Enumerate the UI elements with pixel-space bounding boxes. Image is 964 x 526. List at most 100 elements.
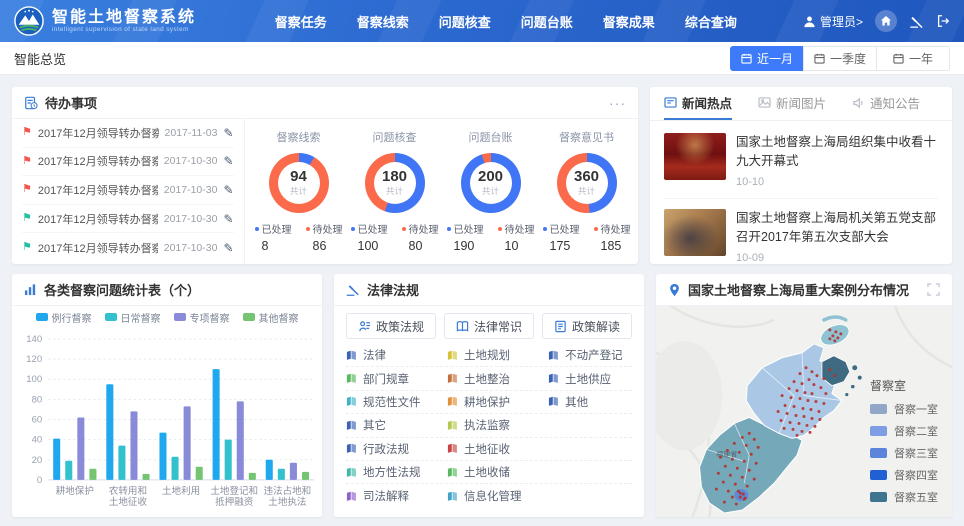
law-link-label: 司法解释 [363,488,409,504]
gauge-legend-value: 10 [498,239,535,253]
todo-item[interactable]: ⚑2017年12月领导转办督察线索2017-10-30✎ [22,176,234,205]
law-button-1[interactable]: 政策法规 [346,313,436,339]
gauge-center: 200共计 [461,153,521,213]
nav-item-6[interactable]: 综合查询 [685,12,737,31]
todo-item[interactable]: ⚑2017年12月领导转办督察线索2017-10-30✎ [22,148,234,177]
document-icon [554,320,567,333]
edit-icon[interactable]: ✎ [223,212,233,226]
news-tab-3[interactable]: 通知公告 [852,87,920,120]
svg-text:140: 140 [26,334,42,345]
edit-icon[interactable]: ✎ [223,126,233,140]
book-icon [346,467,357,478]
issue-chart-card: 各类督察问题统计表（个） 例行督察日常督察专项督察其他督察 0204060801… [12,274,322,517]
edit-icon[interactable]: ✎ [223,241,233,255]
user-menu[interactable]: 管理员> [803,13,863,30]
book-icon [346,491,357,502]
law-button-label: 政策解读 [572,318,620,335]
book-icon [548,396,559,407]
book-icon [447,350,458,361]
map-legend-item-2: 督察二室 [870,423,938,439]
fullscreen-icon[interactable] [927,283,940,296]
law-link-label: 土地收储 [464,464,510,480]
law-button-3[interactable]: 政策解读 [542,313,632,339]
period-button-2[interactable]: 一季度 [803,46,877,71]
nav-item-5[interactable]: 督察成果 [603,12,655,31]
law-link-行政法规[interactable]: 行政法规 [346,441,447,457]
gauge-total-label: 共计 [482,185,499,197]
gauge-legend-pending: 待处理10 [498,221,535,253]
law-link-法律[interactable]: 法律 [346,347,447,363]
gauge-donut: 360共计 [557,153,617,213]
book-icon [346,396,357,407]
nav-item-4[interactable]: 问题台账 [521,12,573,31]
logout-icon[interactable] [936,14,950,28]
period-switcher: 近一月一季度 一年 [731,46,950,71]
gauge-legend-label: 待处理 [594,221,631,236]
law-button-2[interactable]: 法律常识 [444,313,534,339]
law-link-其它[interactable]: 其它 [346,417,447,433]
gauge-title: 问题核查 [347,129,443,145]
law-link-土地征收[interactable]: 土地征收 [447,441,548,457]
news-thumbnail [664,133,726,180]
svg-text:0: 0 [37,475,42,486]
law-link-部门规章[interactable]: 部门规章 [346,371,447,387]
app-title: 智能土地督察系统 [52,9,201,27]
period-button-1[interactable]: 近一月 [730,46,804,71]
legend-dot-icon [447,227,451,231]
news-item-date: 10-10 [736,176,938,188]
nav-item-3[interactable]: 问题核查 [439,12,491,31]
todo-item[interactable]: ⚑2017年12月领导转办督察线索2017-11-03✎ [22,119,234,148]
nav-item-2[interactable]: 督察线索 [357,12,409,31]
news-item[interactable]: 国家土地督察上海局组织集中收看十九大开幕式 10-10 [664,123,938,198]
law-link-土地规划[interactable]: 土地规划 [447,347,548,363]
home-icon[interactable] [875,10,897,32]
law-link-规范性文件[interactable]: 规范性文件 [346,394,447,410]
period-button-3[interactable]: 一年 [876,46,950,71]
law-buttons: 政策法规法律常识 政策解读 [346,313,632,339]
law-links-row: 法律 土地规划不动产登记 [346,344,632,367]
law-link-信息化管理[interactable]: 信息化管理 [447,488,548,504]
news-tab-label: 新闻图片 [776,93,826,112]
news-tab-1[interactable]: 新闻热点 [664,87,732,120]
user-label: 管理员> [820,13,863,30]
law-link-不动产登记[interactable]: 不动产登记 [548,347,632,363]
news-item-title[interactable]: 国家土地督察上海局机关第五党支部召开2017年第五次支部大会 [736,209,938,248]
gauge-legend: 已处理100待处理80 [347,221,443,253]
law-link-label: 执法监察 [464,417,510,433]
law-links-row: 地方性法规 土地收储 [346,461,632,484]
gauge-legend-pending: 待处理80 [402,221,439,253]
law-link-耕地保护[interactable]: 耕地保护 [447,394,548,410]
book-icon [447,396,458,407]
edit-icon[interactable]: ✎ [223,183,233,197]
period-label: 一年 [909,50,933,67]
book-icon [548,350,559,361]
todo-and-stats-card: 待办事项 ··· ⚑2017年12月领导转办督察线索2017-11-03✎⚑20… [12,87,638,264]
law-link-地方性法规[interactable]: 地方性法规 [346,464,447,480]
todo-item[interactable]: ⚑2017年12月领导转办督察线索2017-10-30✎ [22,205,234,234]
law-link-司法解释[interactable]: 司法解释 [346,488,447,504]
law-link-label: 法律 [363,347,386,363]
gavel-icon[interactable] [909,14,924,29]
news-item-title[interactable]: 国家土地督察上海局组织集中收看十九大开幕式 [736,133,938,172]
law-link-其他[interactable]: 其他 [548,394,632,410]
book-icon [346,420,357,431]
nav-item-1[interactable]: 督察任务 [275,12,327,31]
todo-item[interactable]: ⚑2017年12月领导转办督察线索2017-10-30✎ [22,233,234,262]
calendar-icon [893,53,904,64]
gauge-total-label: 共计 [386,185,403,197]
law-links-row: 部门规章土地整治土地供应 [346,367,632,390]
law-link-土地收储[interactable]: 土地收储 [447,464,548,480]
svg-text:40: 40 [32,435,43,446]
legend-dot-icon [306,227,310,231]
todo-more-button[interactable]: ··· [609,98,626,108]
edit-icon[interactable]: ✎ [223,154,233,168]
news-item[interactable]: 国家土地督察上海局机关第五党支部召开2017年第五次支部大会10-09 [664,198,938,264]
law-link-执法监察[interactable]: 执法监察 [447,417,548,433]
law-link-土地供应[interactable]: 土地供应 [548,371,632,387]
law-link-土地整治[interactable]: 土地整治 [447,371,548,387]
news-tab-2[interactable]: 新闻图片 [758,87,826,120]
map-legend-label: 督察三室 [894,445,938,461]
law-link-label: 土地征收 [464,441,510,457]
svg-text:土地利用: 土地利用 [162,485,200,497]
gauge-title: 问题台账 [443,129,539,145]
